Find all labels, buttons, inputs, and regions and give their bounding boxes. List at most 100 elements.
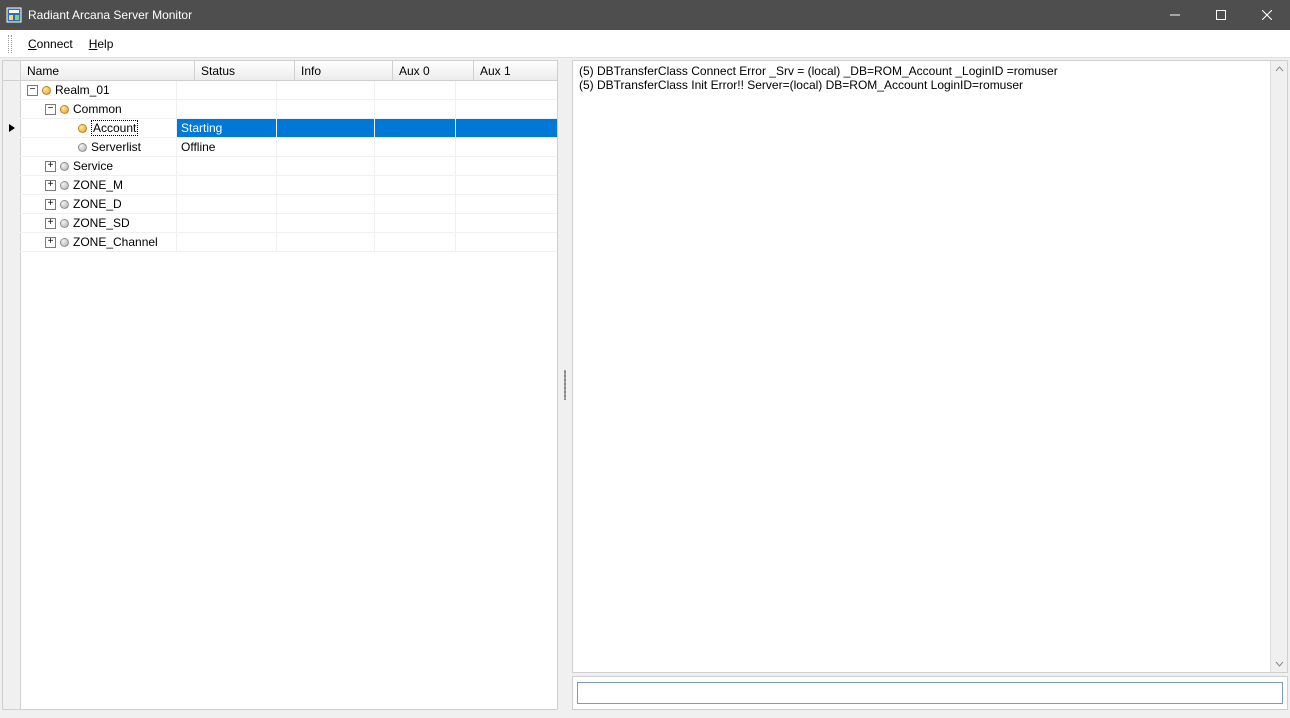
expand-icon[interactable]: + xyxy=(45,180,56,191)
row-indicator-icon xyxy=(4,119,20,137)
status-bullet-icon xyxy=(60,162,69,171)
command-panel xyxy=(572,676,1288,710)
log-line: (5) DBTransferClass Connect Error _Srv =… xyxy=(579,64,1269,78)
status-bullet-icon xyxy=(78,124,87,133)
tree-cell-status xyxy=(177,195,277,213)
minimize-button[interactable] xyxy=(1152,0,1198,30)
tree-row[interactable]: + Service xyxy=(3,157,557,176)
tree-cell-info xyxy=(277,214,375,232)
tree-cell-aux0 xyxy=(375,214,456,232)
tree-cell-aux1 xyxy=(456,195,557,213)
tree-cell-name: + ZONE_M xyxy=(3,176,177,194)
tree-cell-aux1 xyxy=(456,214,557,232)
tree-cell-status xyxy=(177,233,277,251)
tree-cell-info xyxy=(277,100,375,118)
maximize-button[interactable] xyxy=(1198,0,1244,30)
column-name[interactable]: Name xyxy=(21,61,195,80)
tree-row[interactable]: + ZONE_Channel xyxy=(3,233,557,252)
expand-icon[interactable]: + xyxy=(45,161,56,172)
tree-panel: Name Status Info Aux 0 Aux 1 − Realm_01 − C… xyxy=(2,60,558,710)
menu-help[interactable]: Help xyxy=(81,35,122,53)
tree-cell-aux0 xyxy=(375,81,456,99)
tree-cell-aux1 xyxy=(456,119,557,137)
tree-cell-aux0 xyxy=(375,100,456,118)
expand-icon[interactable]: + xyxy=(45,199,56,210)
column-info[interactable]: Info xyxy=(295,61,393,80)
tree-node-label: ZONE_D xyxy=(73,197,122,211)
window-title: Radiant Arcana Server Monitor xyxy=(28,8,192,22)
tree-node-label: ZONE_SD xyxy=(73,216,130,230)
tree-node-label: Common xyxy=(73,102,122,116)
tree-cell-info xyxy=(277,195,375,213)
tree-cell-info xyxy=(277,233,375,251)
tree-row[interactable]: + ZONE_D xyxy=(3,195,557,214)
status-strip xyxy=(0,712,1290,718)
tree-cell-name: + ZONE_Channel xyxy=(3,233,177,251)
tree-cell-status xyxy=(177,100,277,118)
collapse-icon[interactable]: − xyxy=(27,85,38,96)
column-status[interactable]: Status xyxy=(195,61,295,80)
close-button[interactable] xyxy=(1244,0,1290,30)
tree-node-label: Account xyxy=(91,120,138,136)
tree-cell-status: Offline xyxy=(177,138,277,156)
scroll-down-icon[interactable] xyxy=(1271,655,1287,672)
expand-icon[interactable]: + xyxy=(45,218,56,229)
tree-cell-info xyxy=(277,81,375,99)
tree-cell-name: Serverlist xyxy=(3,138,177,156)
tree-cell-name: − Common xyxy=(3,100,177,118)
tree-node-label: ZONE_M xyxy=(73,178,123,192)
tree-header-gutter xyxy=(3,61,21,80)
tree-cell-aux1 xyxy=(456,138,557,156)
tree-cell-name: + ZONE_SD xyxy=(3,214,177,232)
tree-node-label: Realm_01 xyxy=(55,83,110,97)
tree-cell-info xyxy=(277,176,375,194)
collapse-icon[interactable]: − xyxy=(45,104,56,115)
menu-connect-rest: onnect xyxy=(37,37,73,51)
tree-cell-aux0 xyxy=(375,233,456,251)
tree-row[interactable]: − Realm_01 xyxy=(3,81,557,100)
column-aux0[interactable]: Aux 0 xyxy=(393,61,474,80)
tree-cell-aux0 xyxy=(375,195,456,213)
log-box[interactable]: (5) DBTransferClass Connect Error _Srv =… xyxy=(572,60,1288,673)
tree-cell-name: + Service xyxy=(3,157,177,175)
app-icon xyxy=(6,7,22,23)
tree-node-label: ZONE_Channel xyxy=(73,235,158,249)
tree-cell-aux1 xyxy=(456,100,557,118)
tree-node-label: Serverlist xyxy=(91,140,141,154)
body: Name Status Info Aux 0 Aux 1 − Realm_01 − C… xyxy=(0,58,1290,712)
tree-cell-name: + ZONE_D xyxy=(3,195,177,213)
tree-cell-info xyxy=(277,119,375,137)
column-aux1[interactable]: Aux 1 xyxy=(474,61,557,80)
tree-row[interactable]: + ZONE_M xyxy=(3,176,557,195)
splitter[interactable] xyxy=(562,60,568,710)
log-line: (5) DBTransferClass Init Error!! Server=… xyxy=(579,78,1269,92)
tree-row[interactable]: + ZONE_SD xyxy=(3,214,557,233)
menu-connect[interactable]: Connect xyxy=(20,35,81,53)
titlebar: Radiant Arcana Server Monitor xyxy=(0,0,1290,30)
tree-cell-status xyxy=(177,176,277,194)
right-panel: (5) DBTransferClass Connect Error _Srv =… xyxy=(572,60,1288,710)
tree-cell-name: Account xyxy=(3,119,177,137)
status-bullet-icon xyxy=(60,219,69,228)
tree-cell-aux1 xyxy=(456,81,557,99)
menubar: Connect Help xyxy=(0,30,1290,58)
tree-cell-aux0 xyxy=(375,157,456,175)
tree-row[interactable]: − Common xyxy=(3,100,557,119)
tree-cell-aux1 xyxy=(456,233,557,251)
tree-node-label: Service xyxy=(73,159,113,173)
status-bullet-icon xyxy=(42,86,51,95)
command-input[interactable] xyxy=(577,682,1283,704)
scroll-up-icon[interactable] xyxy=(1271,61,1287,78)
tree-row[interactable]: Serverlist Offline xyxy=(3,138,557,157)
tree-cell-status xyxy=(177,214,277,232)
tree-header: Name Status Info Aux 0 Aux 1 xyxy=(3,61,557,81)
tree-cell-status xyxy=(177,157,277,175)
status-bullet-icon xyxy=(60,105,69,114)
log-scrollbar[interactable] xyxy=(1270,61,1287,672)
tree-cell-info xyxy=(277,138,375,156)
tree-body[interactable]: −Realm_01−CommonAccountStartingServerlis… xyxy=(3,81,557,709)
tree-cell-aux0 xyxy=(375,176,456,194)
expand-icon[interactable]: + xyxy=(45,237,56,248)
tree-cell-aux0 xyxy=(375,119,456,137)
tree-row[interactable]: AccountStarting xyxy=(3,119,557,138)
